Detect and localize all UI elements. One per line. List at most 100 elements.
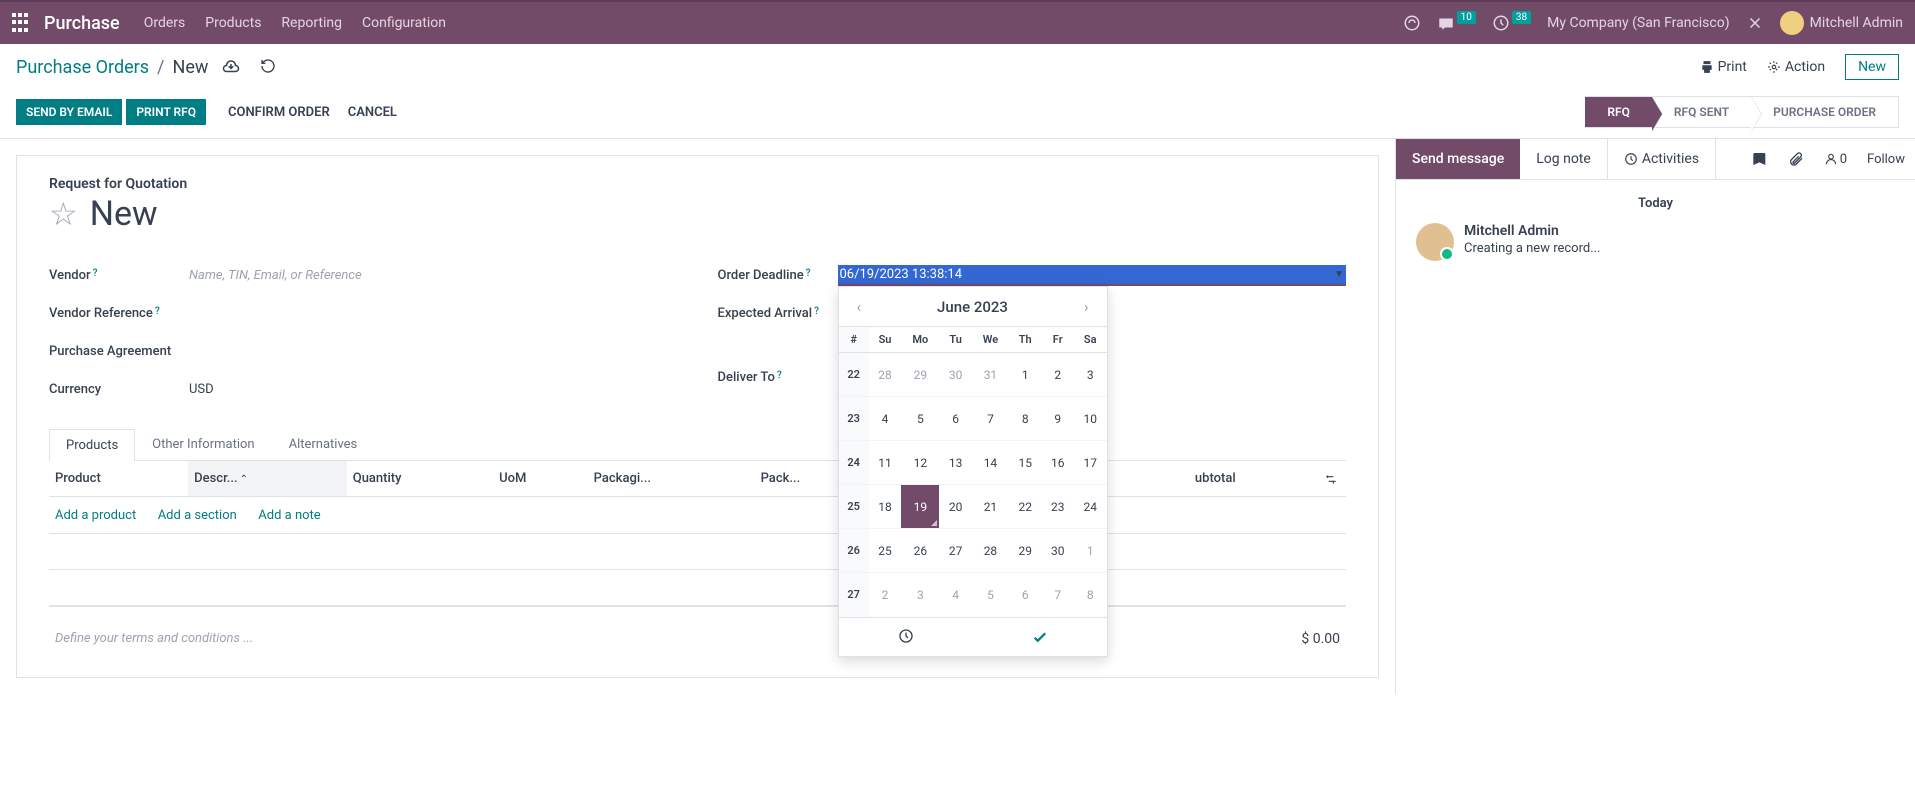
stage-purchase-order[interactable]: PURCHASE ORDER — [1751, 96, 1899, 128]
support-icon[interactable] — [1403, 14, 1421, 32]
confirm-order-button[interactable]: CONFIRM ORDER — [228, 105, 330, 120]
send-by-email-button[interactable]: SEND BY EMAIL — [16, 99, 122, 125]
calendar-day[interactable]: 18 — [869, 485, 901, 529]
calendar-day[interactable]: 29 — [1009, 529, 1041, 573]
calendar-day[interactable]: 14 — [972, 441, 1009, 485]
calendar-day[interactable]: 17 — [1074, 441, 1107, 485]
tab-alternatives[interactable]: Alternatives — [272, 428, 375, 460]
apps-icon[interactable] — [12, 13, 32, 33]
calendar-day[interactable]: 9 — [1041, 397, 1073, 441]
calendar-day[interactable]: 31 — [972, 353, 1009, 397]
col-quantity[interactable]: Quantity — [347, 461, 493, 497]
add-section-link[interactable]: Add a section — [158, 508, 237, 523]
calendar-day[interactable]: 7 — [972, 397, 1009, 441]
col-options-icon[interactable] — [1316, 461, 1346, 497]
stage-rfq-sent[interactable]: RFQ SENT — [1652, 96, 1751, 128]
vendor-field[interactable]: Name, TIN, Email, or Reference — [189, 268, 678, 283]
calendar-day[interactable]: 8 — [1074, 573, 1107, 617]
print-rfq-button[interactable]: PRINT RFQ — [126, 99, 206, 125]
new-button[interactable]: New — [1845, 54, 1899, 80]
calendar-day[interactable]: 24 — [1074, 485, 1107, 529]
company-switcher[interactable]: My Company (San Francisco) — [1547, 15, 1729, 31]
next-month-icon[interactable]: › — [1080, 297, 1093, 316]
col-description[interactable]: Descr...⌃ — [188, 461, 347, 497]
order-deadline-input[interactable] — [838, 265, 1347, 286]
calendar-day[interactable]: 15 — [1009, 441, 1041, 485]
calendar-day[interactable]: 20 — [939, 485, 971, 529]
tab-other-info[interactable]: Other Information — [135, 428, 271, 460]
discard-icon[interactable] — [260, 58, 276, 76]
favorite-star-icon[interactable]: ☆ — [49, 195, 78, 233]
nav-reporting[interactable]: Reporting — [281, 15, 342, 31]
col-packaging[interactable]: Packagi... — [588, 461, 755, 497]
follow-button[interactable]: Follow — [1857, 140, 1915, 179]
calendar-day[interactable]: 10 — [1074, 397, 1107, 441]
print-button[interactable]: Print — [1700, 59, 1747, 75]
calendar-day[interactable]: 29 — [901, 353, 939, 397]
purchase-agreement-label: Purchase Agreement — [49, 344, 189, 359]
calendar-day[interactable]: 12 — [901, 441, 939, 485]
prev-month-icon[interactable]: ‹ — [853, 297, 866, 316]
calendar-day[interactable]: 23 — [1041, 485, 1073, 529]
log-note-button[interactable]: Log note — [1520, 139, 1607, 179]
calendar-day[interactable]: 5 — [972, 573, 1009, 617]
add-product-link[interactable]: Add a product — [55, 508, 136, 523]
calendar-day[interactable]: 22 — [1009, 485, 1041, 529]
col-subtotal[interactable]: ubtotal — [1189, 461, 1316, 497]
calendar-day[interactable]: 30 — [1041, 529, 1073, 573]
col-product[interactable]: Product — [49, 461, 188, 497]
cancel-button[interactable]: CANCEL — [348, 105, 397, 120]
nav-orders[interactable]: Orders — [144, 15, 186, 31]
calendar-month-label[interactable]: June 2023 — [937, 298, 1008, 316]
stage-rfq[interactable]: RFQ — [1585, 96, 1652, 128]
calendar-day[interactable]: 25 — [869, 529, 901, 573]
add-note-link[interactable]: Add a note — [258, 508, 320, 523]
calendar-day[interactable]: 21 — [972, 485, 1009, 529]
calendar-day[interactable]: 28 — [972, 529, 1009, 573]
calendar-day[interactable]: 4 — [869, 397, 901, 441]
calendar-day[interactable]: 6 — [1009, 573, 1041, 617]
messages-icon[interactable]: 10 — [1437, 14, 1476, 32]
nav-products[interactable]: Products — [205, 15, 261, 31]
calendar-day[interactable]: 19 — [901, 485, 939, 529]
confirm-date-icon[interactable] — [973, 618, 1107, 656]
cal-header-week: # — [839, 327, 869, 353]
debug-icon[interactable] — [1746, 14, 1764, 32]
calendar-day[interactable]: 1 — [1009, 353, 1041, 397]
calendar-day[interactable]: 28 — [869, 353, 901, 397]
calendar-day[interactable]: 2 — [1041, 353, 1073, 397]
calendar-day[interactable]: 2 — [869, 573, 901, 617]
dropdown-caret-icon[interactable]: ▼ — [1334, 269, 1344, 280]
save-cloud-icon[interactable] — [222, 58, 240, 76]
calendar-day[interactable]: 1 — [1074, 529, 1107, 573]
action-button[interactable]: Action — [1767, 59, 1825, 75]
breadcrumb-root[interactable]: Purchase Orders — [16, 57, 149, 78]
calendar-day[interactable]: 26 — [901, 529, 939, 573]
calendar-day[interactable]: 30 — [939, 353, 971, 397]
currency-field[interactable]: USD — [189, 382, 678, 397]
calendar-day[interactable]: 16 — [1041, 441, 1073, 485]
calendar-day[interactable]: 13 — [939, 441, 971, 485]
calendar-day[interactable]: 4 — [939, 573, 971, 617]
calendar-day[interactable]: 6 — [939, 397, 971, 441]
activities-icon[interactable]: 38 — [1492, 14, 1531, 32]
col-uom[interactable]: UoM — [493, 461, 588, 497]
nav-configuration[interactable]: Configuration — [362, 15, 446, 31]
calendar-day[interactable]: 11 — [869, 441, 901, 485]
tab-products[interactable]: Products — [49, 429, 135, 461]
send-message-button[interactable]: Send message — [1396, 139, 1520, 179]
attachment-icon[interactable] — [1778, 139, 1814, 179]
calendar-day[interactable]: 8 — [1009, 397, 1041, 441]
calendar-day[interactable]: 3 — [1074, 353, 1107, 397]
app-brand[interactable]: Purchase — [44, 13, 120, 34]
time-picker-icon[interactable] — [839, 618, 973, 656]
calendar-day[interactable]: 27 — [939, 529, 971, 573]
calendar-day[interactable]: 3 — [901, 573, 939, 617]
terms-field[interactable]: Define your terms and conditions ... — [55, 631, 1301, 647]
followers-count[interactable]: 0 — [1814, 140, 1857, 179]
calendar-day[interactable]: 7 — [1041, 573, 1073, 617]
calendar-day[interactable]: 5 — [901, 397, 939, 441]
book-icon[interactable] — [1742, 139, 1778, 179]
activities-button[interactable]: Activities — [1607, 139, 1716, 179]
user-menu[interactable]: Mitchell Admin — [1780, 11, 1903, 35]
